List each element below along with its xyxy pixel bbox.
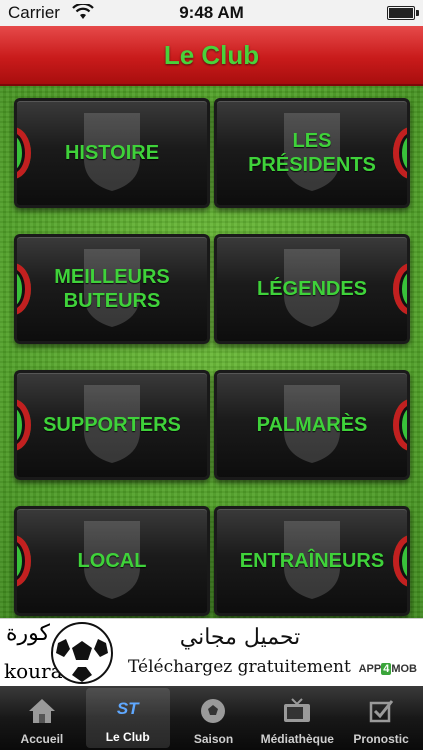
ad-logo-number: 4	[381, 663, 392, 675]
clock-time: 9:48 AM	[179, 3, 244, 22]
tab-pronostic[interactable]: Pronostic	[339, 686, 423, 750]
tile-right-bumper	[393, 127, 407, 179]
football-icon	[196, 694, 230, 728]
home-icon	[25, 694, 59, 728]
ad-brand-arabic: كورة	[6, 621, 50, 646]
status-bar: Carrier 9:48 AM	[0, 0, 423, 26]
tile-left-bumper	[17, 263, 31, 315]
tile-label: LOCAL	[77, 550, 147, 572]
tile-local[interactable]: LOCAL	[14, 506, 210, 616]
menu-grid: HISTOIRE LES PRÉSIDENTS MEILLEURS BUTEUR…	[0, 86, 423, 618]
tile-right-bumper	[393, 399, 407, 451]
tile-histoire[interactable]: HISTOIRE	[14, 98, 210, 208]
checkbox-icon	[364, 694, 398, 728]
nav-header: Le Club	[0, 26, 423, 86]
tab-bar: Accueil ST Le Club Saison Médiathèque Pr…	[0, 686, 423, 750]
battery-icon	[387, 6, 419, 20]
tv-icon	[280, 694, 314, 728]
ad-logo: APP 4 MOB	[359, 663, 417, 675]
tile-meilleurs-buteurs[interactable]: MEILLEURS BUTEURS	[14, 234, 210, 344]
tab-label: Médiathèque	[260, 732, 334, 746]
tile-label: LES PRÉSIDENTS	[248, 130, 376, 176]
tile-label: ENTRAÎNEURS	[239, 550, 385, 572]
ad-logo-prefix: APP	[358, 663, 382, 675]
tab-label: Saison	[193, 732, 234, 746]
tile-label: LÉGENDES	[256, 278, 368, 300]
ad-headline-french: Téléchargez gratuitement	[128, 657, 351, 677]
tile-presidents[interactable]: LES PRÉSIDENTS	[214, 98, 410, 208]
tab-label: Accueil	[20, 732, 64, 746]
tile-label: SUPPORTERS	[43, 414, 181, 436]
tile-label: MEILLEURS BUTEURS	[54, 266, 170, 312]
tile-left-bumper	[17, 535, 31, 587]
tile-label: PALMARÈS	[256, 414, 368, 436]
tab-accueil[interactable]: Accueil	[0, 686, 84, 750]
tab-le-club[interactable]: ST Le Club	[85, 688, 170, 748]
ad-headline-arabic: تحميل مجاني	[179, 625, 301, 650]
soccer-ball-icon	[51, 622, 113, 684]
tile-left-bumper	[17, 399, 31, 451]
tile-entraineurs[interactable]: ENTRAÎNEURS	[214, 506, 410, 616]
tab-saison[interactable]: Saison	[172, 686, 256, 750]
ad-logo-suffix: MOB	[391, 663, 417, 675]
tile-right-bumper	[393, 263, 407, 315]
tile-palmares[interactable]: PALMARÈS	[214, 370, 410, 480]
page-title: Le Club	[163, 39, 260, 70]
tile-right-bumper	[393, 535, 407, 587]
tile-label: HISTOIRE	[64, 142, 160, 164]
ad-banner[interactable]: كورة koura تحميل مجاني Téléchargez gratu…	[0, 618, 423, 687]
tile-legendes[interactable]: LÉGENDES	[214, 234, 410, 344]
tab-mediatheque[interactable]: Médiathèque	[255, 686, 339, 750]
st-icon-text: ST	[116, 699, 139, 718]
tab-label: Pronostic	[353, 732, 409, 746]
st-icon: ST	[111, 692, 145, 726]
tile-left-bumper	[17, 127, 31, 179]
tab-label: Le Club	[105, 730, 150, 744]
tile-supporters[interactable]: SUPPORTERS	[14, 370, 210, 480]
